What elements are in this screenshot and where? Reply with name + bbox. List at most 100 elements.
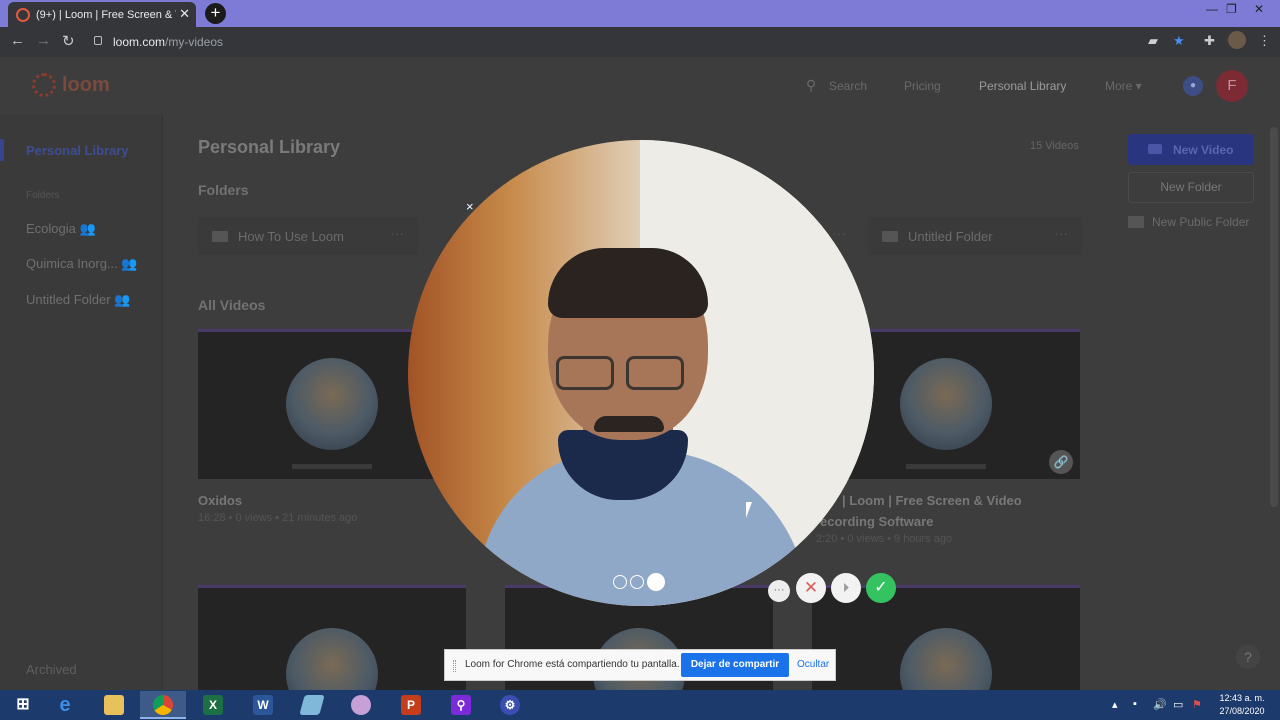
sidebar-item-label: Ecologia [26,221,76,236]
bubble-glasses [626,356,684,390]
taskbar-app[interactable] [289,691,335,719]
start-button[interactable]: ⊞ [0,691,46,719]
recorder-finish-button[interactable]: ✓ [866,573,896,603]
network-icon[interactable]: ▭ [1173,698,1183,711]
site-header: loom ⚲ Search Pricing Personal Library M… [0,57,1280,115]
browser-menu-icon[interactable]: ⋮ [1258,33,1271,49]
nav-personal-library[interactable]: Personal Library [979,79,1066,93]
nav-search[interactable]: Search [829,79,867,93]
tab-close-icon[interactable]: ✕ [179,6,190,22]
address-bar[interactable]: loom.com/my-videos [86,30,1146,54]
bookmark-star-icon[interactable]: ★ [1173,33,1185,49]
loom-logo[interactable]: loom [32,73,110,97]
tray-overflow-icon[interactable]: ▴ [1112,698,1118,711]
large-size-icon[interactable] [647,573,665,591]
stop-sharing-button[interactable]: Dejar de compartir [681,653,789,677]
clock-date: 27/08/2020 [1219,706,1265,716]
folder-card[interactable]: How To Use Loom ··· [198,217,418,255]
video-thumbnail[interactable] [198,585,466,690]
video-camera-icon [1148,144,1162,154]
workspace-icon[interactable]: ● [1183,76,1203,96]
sidebar-item-label: Quimica Inorg... [26,256,118,271]
search-app-icon: ⚲ [451,695,471,715]
thumbnail-face [286,628,378,690]
folder-card[interactable]: Untitled Folder ··· [868,217,1082,255]
ie-icon: e [59,694,71,716]
url-path: /my-videos [165,35,224,49]
search-icon[interactable]: ⚲ [806,77,816,94]
taskbar-clock[interactable]: 12:43 a. m. 27/08/2020 [1212,692,1272,718]
back-icon[interactable]: ← [10,32,25,49]
sidebar-item-archived[interactable]: Archived [26,662,77,677]
notification-flag-icon[interactable]: ⚑ [1192,698,1202,711]
active-indicator [0,139,4,161]
loom-logo-icon [32,73,56,97]
restore-icon[interactable]: ❐ [1226,2,1237,16]
new-video-button[interactable]: New Video [1128,134,1254,165]
drag-handle-icon[interactable] [453,660,456,672]
video-count: 15 Videos [1030,140,1079,152]
profile-avatar-icon[interactable] [1228,31,1246,49]
taskbar-powerpoint[interactable]: P [388,691,434,719]
new-public-folder-button[interactable]: New Public Folder [1128,215,1268,229]
nav-more[interactable]: More ▾ [1105,79,1142,93]
forward-icon[interactable]: → [36,32,51,49]
recorder-more-button[interactable]: ··· [768,580,790,602]
taskbar-settings[interactable]: ⚙ [487,691,533,719]
taskbar-word[interactable]: W [240,691,286,719]
window-close-icon[interactable]: ✕ [1254,2,1264,16]
thumbnail-face [900,358,992,450]
scrollbar[interactable] [1270,127,1278,507]
sidebar-item-label: Untitled Folder [26,292,111,307]
thumbnail-face [286,358,378,450]
taskbar-search-app[interactable]: ⚲ [438,691,484,719]
bubble-mustache [594,416,664,432]
minimize-icon[interactable]: — [1206,2,1218,16]
shared-people-icon: 👥 [121,256,138,271]
extensions-icon[interactable]: ✚ [1204,33,1215,49]
help-button[interactable]: ? [1236,645,1260,669]
small-size-icon[interactable] [613,575,627,589]
sidebar-item-untitled-folder[interactable]: Untitled Folder 👥 [26,292,130,308]
reload-icon[interactable]: ↻ [62,32,75,50]
new-folder-button[interactable]: New Folder [1128,172,1254,203]
bubble-size-toggle[interactable] [613,573,665,591]
lock-icon [94,36,102,45]
tab-title: (9+) | Loom | Free Screen & V [36,8,176,21]
mouse-cursor-icon [746,502,752,518]
shared-people-icon: 👥 [79,221,96,236]
thumbnail-face [900,628,992,690]
medium-size-icon[interactable] [630,575,644,589]
taskbar-excel[interactable]: X [190,691,236,719]
new-tab-button[interactable]: + [205,3,226,24]
taskbar-file-explorer[interactable] [91,691,137,719]
sidebar-item-personal-library[interactable]: Personal Library [26,143,129,158]
sidebar-item-quimica[interactable]: Quimica Inorg... 👥 [26,256,138,272]
camera-indicator-icon[interactable]: ▰ [1148,33,1158,49]
bubble-close-icon[interactable]: × [466,199,474,214]
screen: (9+) | Loom | Free Screen & V ✕ + — ❐ ✕ … [0,0,1280,720]
url-host: loom.com [113,35,166,49]
recorder-pause-button[interactable]: ⏵ [831,573,861,603]
taskbar-chrome[interactable] [140,691,186,719]
video-meta: 16:28 • 0 views • 21 minutes ago [198,512,358,524]
user-avatar[interactable]: F [1216,70,1248,102]
folder-icon [882,231,898,242]
recorder-cancel-button[interactable]: ✕ [796,573,826,603]
folder-more-icon[interactable]: ··· [1054,225,1068,241]
folder-more-icon[interactable]: ··· [390,225,404,241]
taskbar-ie[interactable]: e [42,691,88,719]
volume-icon[interactable]: 🔊 [1153,698,1167,711]
paint-icon [351,695,371,715]
tray-app-icon[interactable]: ▪ [1133,698,1137,710]
word-icon: W [253,695,273,715]
taskbar-paint[interactable] [338,691,384,719]
thumbnail-controls [292,464,372,469]
copy-link-icon[interactable]: 🔗 [1049,450,1073,474]
nav-pricing[interactable]: Pricing [904,79,941,93]
camera-bubble[interactable] [408,140,874,606]
video-title[interactable]: Oxidos [198,493,242,508]
hide-button[interactable]: Ocultar [797,659,829,670]
sidebar-item-ecologia[interactable]: Ecologia 👥 [26,221,96,237]
browser-tab-loom[interactable]: (9+) | Loom | Free Screen & V ✕ [8,2,196,27]
